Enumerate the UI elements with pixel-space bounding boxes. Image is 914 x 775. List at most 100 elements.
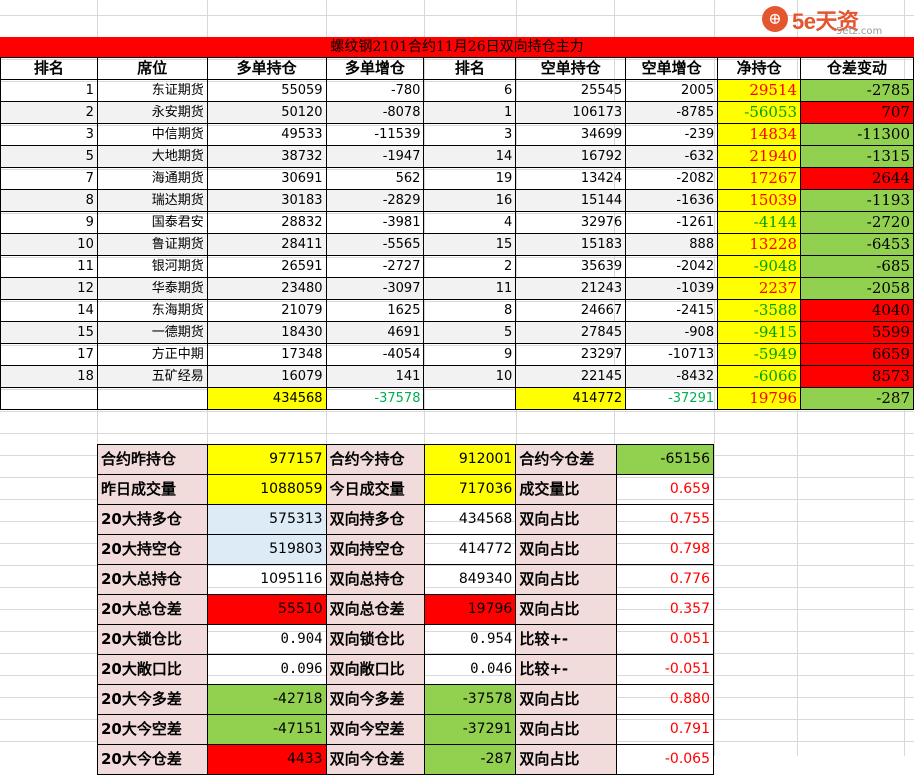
summary-label-cell: 20大敞口比: [97, 654, 208, 685]
short-position-cell: 32976: [515, 211, 627, 234]
short-position-cell: 34699: [515, 123, 627, 146]
total-short-cell: 414772: [515, 387, 627, 410]
summary-label-cell: 双向总仓差: [325, 594, 425, 625]
summary-label-cell: 合约今持仓: [325, 444, 425, 475]
net-position-cell: -9048: [717, 255, 802, 278]
summary-value-cell: 717036: [423, 474, 517, 505]
short-rank-cell: 14: [423, 145, 517, 168]
table-row: 10 鲁证期货 28411 -5565 15 15183 888 13228 -6453: [0, 233, 914, 256]
summary-value-cell: 0.791: [616, 714, 714, 745]
seat-cell: 国泰君安: [96, 211, 208, 234]
summary-value-cell: 0.880: [616, 684, 714, 715]
summary-label-cell: 20大今空差: [97, 714, 208, 745]
seat-cell: 瑞达期货: [96, 189, 208, 212]
column-header: 席位: [96, 57, 208, 80]
table-row: 5 大地期货 38732 -1947 14 16792 -632 21940 -1315: [0, 145, 914, 168]
diff-change-cell: -2058: [800, 277, 914, 300]
table-row: 11 银河期货 26591 -2727 2 35639 -2042 -9048 -685: [0, 255, 914, 278]
short-position-cell: 22145: [515, 365, 627, 388]
seat-cell: 中信期货: [96, 123, 208, 146]
short-rank-cell: 6: [423, 79, 517, 102]
diff-change-cell: -2720: [800, 211, 914, 234]
short-position-cell: 13424: [515, 167, 627, 190]
summary-value-cell: -37291: [423, 714, 517, 745]
summary-label-cell: 昨日成交量: [97, 474, 208, 505]
summary-value-cell: 575313: [206, 504, 327, 535]
short-position-cell: 23297: [515, 343, 627, 366]
summary-value-cell: 434568: [423, 504, 517, 535]
short-change-cell: -908: [625, 321, 719, 344]
summary-value-cell: 0.954: [423, 624, 517, 655]
net-position-cell: -9415: [717, 321, 802, 344]
long-position-cell: 16079: [206, 365, 327, 388]
short-position-cell: 25545: [515, 79, 627, 102]
column-header: 排名: [0, 57, 98, 80]
long-rank-cell: 2: [0, 101, 98, 124]
long-change-cell: -3097: [325, 277, 425, 300]
summary-label-cell: 20大今仓差: [97, 744, 208, 775]
seat-cell: 五矿经易: [96, 365, 208, 388]
summary-label-cell: 20大总仓差: [97, 594, 208, 625]
summary-label-cell: 双向占比: [515, 714, 618, 745]
short-rank-cell: 11: [423, 277, 517, 300]
summary-label-cell: 合约今仓差: [515, 444, 618, 475]
long-change-cell: -3981: [325, 211, 425, 234]
column-header: 空单增仓: [625, 57, 719, 80]
diff-change-cell: 2644: [800, 167, 914, 190]
summary-value-cell: -37578: [423, 684, 517, 715]
summary-label-cell: 双向锁仓比: [325, 624, 425, 655]
long-change-cell: -2727: [325, 255, 425, 278]
summary-value-cell: 0.357: [616, 594, 714, 625]
summary-value-cell: 0.904: [206, 624, 327, 655]
long-rank-cell: 11: [0, 255, 98, 278]
long-change-cell: -5565: [325, 233, 425, 256]
long-change-cell: 4691: [325, 321, 425, 344]
summary-value-cell: 1088059: [206, 474, 327, 505]
net-position-cell: 17267: [717, 167, 802, 190]
long-rank-cell: 9: [0, 211, 98, 234]
long-rank-cell: 5: [0, 145, 98, 168]
summary-label-cell: 双向占比: [515, 564, 618, 595]
summary-label-cell: 双向持多仓: [325, 504, 425, 535]
column-header: 净持仓: [717, 57, 802, 80]
short-change-cell: -2042: [625, 255, 719, 278]
summary-value-cell: -287: [423, 744, 517, 775]
net-position-cell: -3588: [717, 299, 802, 322]
total-short-change-cell: -37291: [625, 387, 719, 410]
summary-row: 昨日成交量 1088059 今日成交量 717036 成交量比 0.659: [97, 474, 714, 505]
summary-value-cell: 977157: [206, 444, 327, 475]
summary-value-cell: -42718: [206, 684, 327, 715]
column-header: 空单持仓: [515, 57, 627, 80]
short-position-cell: 24667: [515, 299, 627, 322]
summary-label-cell: 20大持空仓: [97, 534, 208, 565]
long-rank-cell: 1: [0, 79, 98, 102]
long-rank-cell: 18: [0, 365, 98, 388]
diff-change-cell: 5599: [800, 321, 914, 344]
diff-change-cell: -1315: [800, 145, 914, 168]
summary-label-cell: 20大今多差: [97, 684, 208, 715]
net-position-cell: 15039: [717, 189, 802, 212]
long-position-cell: 26591: [206, 255, 327, 278]
summary-label-cell: 双向占比: [515, 504, 618, 535]
summary-value-cell: 1095116: [206, 564, 327, 595]
net-position-cell: -5949: [717, 343, 802, 366]
seat-cell: 永安期货: [96, 101, 208, 124]
long-position-cell: 50120: [206, 101, 327, 124]
long-position-cell: 28832: [206, 211, 327, 234]
short-rank-cell: 15: [423, 233, 517, 256]
long-change-cell: -1947: [325, 145, 425, 168]
total-net-cell: 19796: [717, 387, 802, 410]
summary-value-cell: 0.776: [616, 564, 714, 595]
table-row: 8 瑞达期货 30183 -2829 16 15144 -1636 15039 -1193: [0, 189, 914, 212]
summary-row: 20大敞口比 0.096 双向敞口比 0.046 比较+- -0.051: [97, 654, 714, 685]
long-rank-cell: 3: [0, 123, 98, 146]
net-position-cell: 13228: [717, 233, 802, 256]
header-row: 排名 席位 多单持仓 多单增仓 排名 空单持仓 空单增仓 净持仓 仓差变动: [0, 57, 914, 80]
short-change-cell: -1261: [625, 211, 719, 234]
short-change-cell: -8432: [625, 365, 719, 388]
diff-change-cell: -6453: [800, 233, 914, 256]
summary-label-cell: 20大总持仓: [97, 564, 208, 595]
summary-value-cell: 849340: [423, 564, 517, 595]
summary-label-cell: 双向今空差: [325, 714, 425, 745]
summary-value-cell: -47151: [206, 714, 327, 745]
